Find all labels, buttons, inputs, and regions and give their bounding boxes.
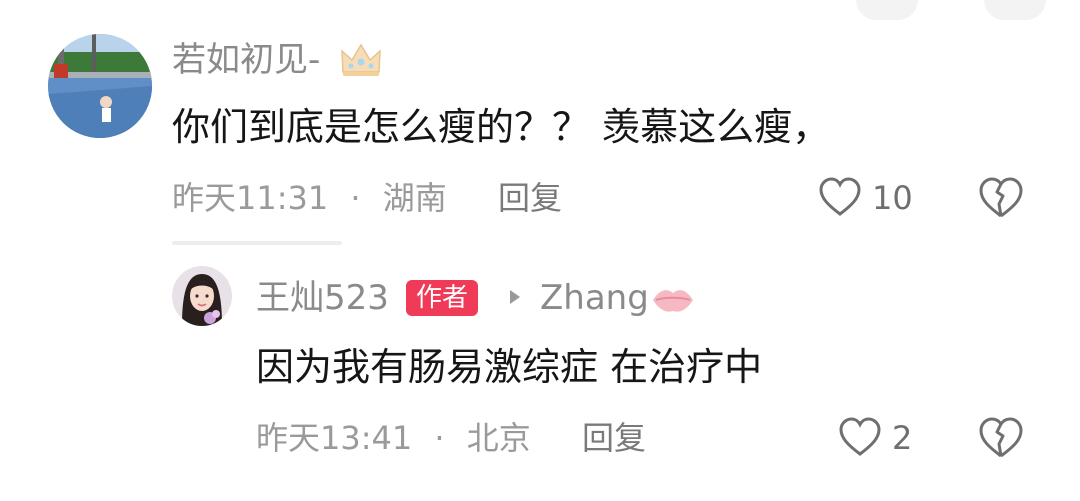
heart-icon <box>838 416 882 458</box>
comment-reply-button[interactable]: 回复 <box>498 178 562 218</box>
comment-meta: 昨天11:31 · 湖南 <box>172 178 447 218</box>
comment-item: 若如初见- 你们到底是怎么瘦的？？ 羡慕这么瘦， 昨天11:31 · 湖南 回复… <box>0 0 1080 240</box>
comment-location: 湖南 <box>382 179 447 217</box>
reply-username[interactable]: 王灿523 <box>256 278 389 318</box>
dislike-broken-heart-icon[interactable] <box>978 176 1024 220</box>
reply-like-count: 2 <box>892 419 913 457</box>
comment-username[interactable]: 若如初见- <box>172 40 320 80</box>
reply-reply-button[interactable]: 回复 <box>582 418 646 458</box>
reply-to-username[interactable]: Zhang <box>540 278 649 318</box>
reply-time: 昨天13:41 <box>256 419 413 457</box>
divider <box>172 241 342 245</box>
reply-text: 因为我有肠易激综症 在治疗中 <box>256 345 763 389</box>
reply-like-button[interactable]: 2 <box>838 414 928 462</box>
crown-icon <box>340 42 382 78</box>
comment-time: 昨天11:31 <box>172 179 329 217</box>
meta-separator: · <box>350 179 361 217</box>
reply-item: 王灿523 作者 Zhang 因为我有肠易激综症 在治疗中 昨天13:41 · … <box>0 250 1080 501</box>
lips-icon <box>650 284 696 316</box>
reply-location: 北京 <box>466 419 531 457</box>
avatar[interactable] <box>48 34 152 138</box>
reply-avatar[interactable] <box>172 266 232 326</box>
reply-meta: 昨天13:41 · 北京 <box>256 418 531 458</box>
comment-like-button[interactable]: 10 <box>818 174 928 222</box>
comment-text: 你们到底是怎么瘦的？？ 羡慕这么瘦， <box>172 105 831 149</box>
reply-arrow-icon <box>508 288 522 306</box>
comment-like-count: 10 <box>872 179 913 217</box>
author-badge: 作者 <box>406 280 479 316</box>
heart-icon <box>818 176 862 218</box>
meta-separator: · <box>434 419 445 457</box>
dislike-broken-heart-icon[interactable] <box>978 416 1024 460</box>
